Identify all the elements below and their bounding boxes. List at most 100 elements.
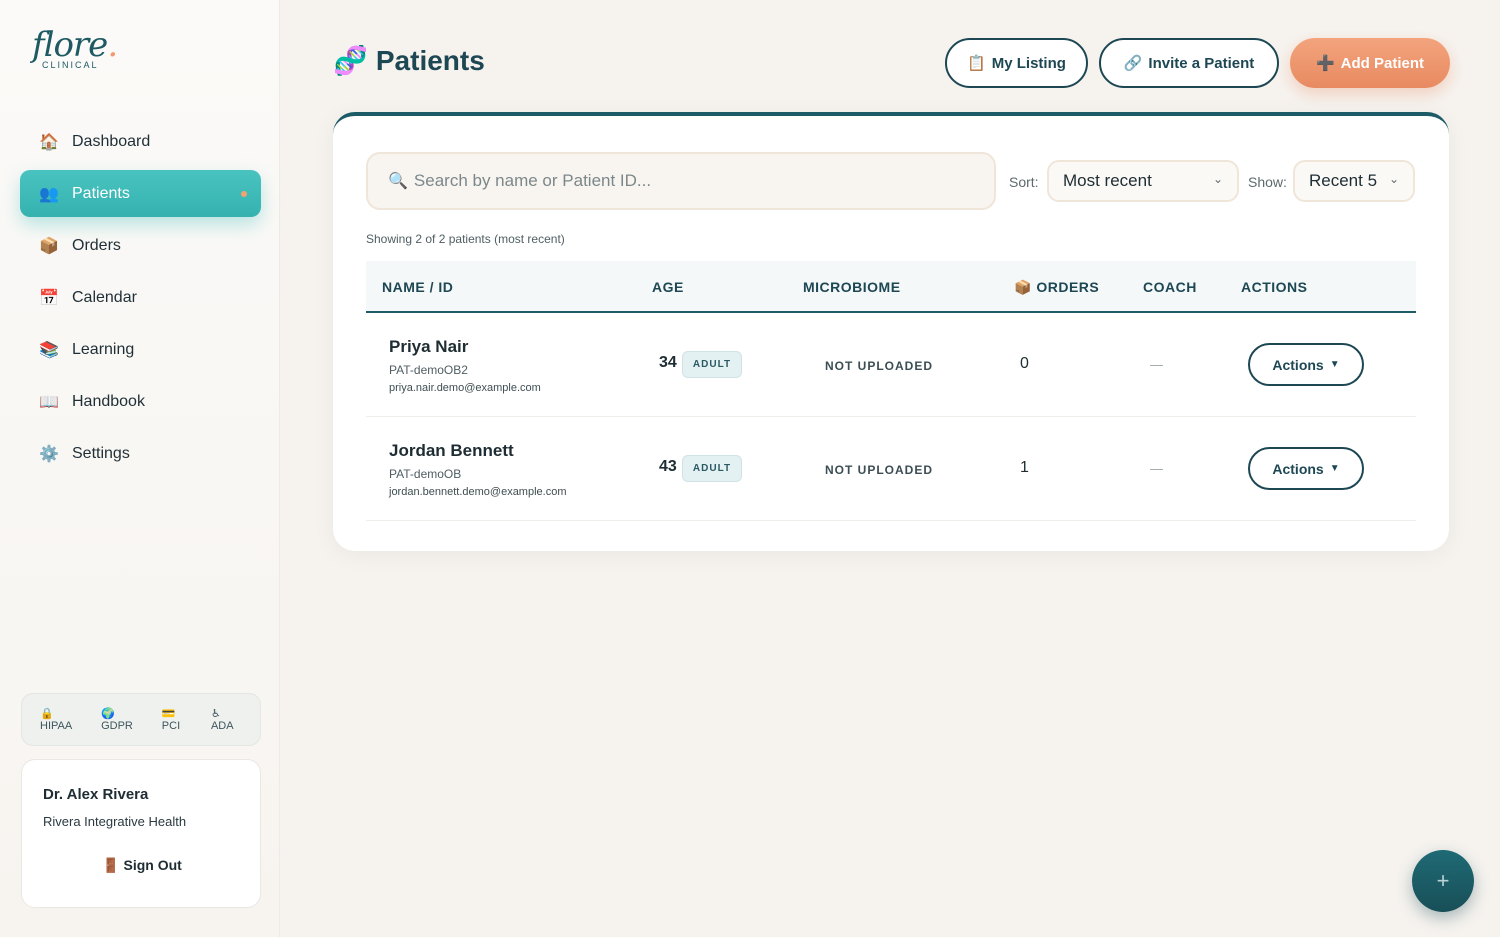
sidebar-item-learning[interactable]: 📚 Learning bbox=[20, 326, 261, 373]
compliance-badges: 🔒 HIPAA 🌍 GDPR 💳 PCI ♿ ADA bbox=[21, 693, 261, 746]
compliance-ada: ♿ ADA bbox=[211, 707, 253, 732]
my-listing-button[interactable]: 📋 My Listing bbox=[945, 38, 1088, 88]
sidebar-item-label: Calendar bbox=[72, 288, 137, 306]
orders-count: 1 bbox=[1020, 459, 1029, 476]
compliance-pci: 💳 PCI bbox=[162, 707, 204, 732]
age-group-badge: ADULT bbox=[682, 455, 742, 482]
compliance-label: HIPAA bbox=[40, 720, 73, 732]
clipboard-icon: 📋 bbox=[967, 55, 986, 72]
patient-id: PAT-demoOB2 bbox=[389, 363, 468, 377]
actions-label: Actions bbox=[1272, 460, 1324, 477]
search-box[interactable]: 🔍 bbox=[366, 152, 996, 210]
sidebar-item-label: Orders bbox=[72, 236, 121, 254]
actions-label: Actions bbox=[1272, 356, 1324, 373]
show-value: Recent 5 bbox=[1309, 171, 1378, 190]
column-header-age[interactable]: AGE bbox=[652, 279, 684, 295]
my-listing-label: My Listing bbox=[991, 54, 1066, 72]
brand-subtitle: CLINICAL bbox=[42, 60, 99, 70]
compliance-hipaa: 🔒 HIPAA bbox=[40, 707, 94, 732]
column-header-coach[interactable]: COACH bbox=[1143, 279, 1197, 295]
actions-dropdown-button[interactable]: Actions ▼ bbox=[1248, 343, 1364, 386]
microbiome-status: NOT UPLOADED bbox=[825, 359, 933, 373]
show-label: Show: bbox=[1248, 174, 1287, 190]
actions-dropdown-button[interactable]: Actions ▼ bbox=[1248, 447, 1364, 490]
sidebar-nav: 🏠 Dashboard 👥 Patients 📦 Orders 📅 Calend… bbox=[20, 118, 261, 482]
sort-value: Most recent bbox=[1063, 171, 1152, 190]
column-header-microbiome[interactable]: MICROBIOME bbox=[803, 279, 901, 295]
sidebar-item-orders[interactable]: 📦 Orders bbox=[20, 222, 261, 269]
link-icon: 🔗 bbox=[1123, 55, 1143, 72]
sidebar-item-calendar[interactable]: 📅 Calendar bbox=[20, 274, 261, 321]
plus-icon: ➕ bbox=[1315, 55, 1335, 72]
chevron-down-icon: ⌄ bbox=[1212, 172, 1223, 186]
column-header-name[interactable]: NAME / ID bbox=[382, 279, 453, 295]
sign-out-button[interactable]: 🚪 Sign Out bbox=[22, 857, 262, 874]
package-icon: 📦 bbox=[1014, 279, 1032, 295]
brand-wordmark: flore. bbox=[32, 25, 118, 65]
users-icon: 👥 bbox=[39, 185, 59, 203]
sidebar-item-handbook[interactable]: 📖 Handbook bbox=[20, 378, 261, 425]
show-select[interactable]: Recent 5 ⌄ bbox=[1293, 160, 1415, 202]
sidebar-item-label: Learning bbox=[72, 340, 135, 358]
sidebar-item-label: Settings bbox=[72, 444, 130, 462]
table-row[interactable]: Jordan Bennett PAT-demoOB jordan.bennett… bbox=[366, 417, 1416, 521]
home-icon: 🏠 bbox=[39, 133, 59, 151]
table-header: NAME / ID AGE MICROBIOME 📦 ORDERS COACH … bbox=[366, 261, 1416, 313]
orders-count: 0 bbox=[1020, 355, 1029, 372]
search-icon: 🔍 bbox=[388, 173, 408, 190]
age-group-badge: ADULT bbox=[682, 351, 742, 378]
sidebar-item-patients[interactable]: 👥 Patients bbox=[20, 170, 261, 217]
invite-patient-button[interactable]: 🔗 Invite a Patient bbox=[1099, 38, 1279, 88]
gear-icon: ⚙️ bbox=[39, 445, 59, 463]
patient-name[interactable]: Jordan Bennett bbox=[389, 441, 514, 461]
patient-id: PAT-demoOB bbox=[389, 467, 462, 481]
sidebar-item-label: Handbook bbox=[72, 392, 145, 410]
microbiome-status: NOT UPLOADED bbox=[825, 463, 933, 477]
dna-icon: 🧬 bbox=[333, 45, 368, 76]
patients-card: 🔍 Sort: Most recent ⌄ Show: Recent 5 ⌄ S… bbox=[333, 112, 1449, 551]
compliance-gdpr: 🌍 GDPR bbox=[101, 707, 155, 732]
books-icon: 📚 bbox=[39, 341, 59, 359]
sidebar-item-label: Dashboard bbox=[72, 132, 151, 150]
invite-patient-label: Invite a Patient bbox=[1148, 54, 1255, 72]
sort-select[interactable]: Most recent ⌄ bbox=[1047, 160, 1239, 202]
plus-icon: + bbox=[1436, 868, 1450, 893]
compliance-label: GDPR bbox=[101, 720, 133, 732]
patient-age: 34 bbox=[659, 354, 677, 371]
compliance-label: ADA bbox=[210, 720, 234, 732]
user-organization: Rivera Integrative Health bbox=[43, 814, 187, 829]
sidebar: flore. CLINICAL 🏠 Dashboard 👥 Patients 📦… bbox=[0, 0, 280, 937]
patient-name[interactable]: Priya Nair bbox=[389, 337, 468, 357]
brand-logo[interactable]: flore. CLINICAL bbox=[32, 25, 118, 76]
add-patient-button[interactable]: ➕ Add Patient bbox=[1290, 38, 1450, 88]
sidebar-item-label: Patients bbox=[72, 184, 130, 202]
sidebar-item-settings[interactable]: ⚙️ Settings bbox=[20, 430, 261, 477]
door-icon: 🚪 bbox=[102, 857, 120, 873]
accessibility-icon: ♿ bbox=[210, 708, 221, 720]
user-card: Dr. Alex Rivera Rivera Integrative Healt… bbox=[21, 759, 261, 908]
active-indicator-dot bbox=[241, 191, 247, 197]
open-book-icon: 📖 bbox=[39, 393, 59, 411]
sidebar-item-dashboard[interactable]: 🏠 Dashboard bbox=[20, 118, 261, 165]
lock-icon: 🔒 bbox=[40, 708, 54, 720]
package-icon: 📦 bbox=[39, 237, 59, 255]
table-row[interactable]: Priya Nair PAT-demoOB2 priya.nair.demo@e… bbox=[366, 313, 1416, 417]
patient-email: priya.nair.demo@example.com bbox=[389, 382, 541, 394]
sign-out-label: Sign Out bbox=[123, 857, 182, 873]
credit-card-icon: 💳 bbox=[161, 708, 176, 720]
caret-down-icon: ▼ bbox=[1329, 359, 1340, 370]
page-title-text: Patients bbox=[375, 44, 485, 76]
coach-value: — bbox=[1150, 357, 1163, 372]
compliance-label: PCI bbox=[161, 720, 181, 732]
results-count: Showing 2 of 2 patients (most recent) bbox=[366, 232, 565, 246]
patient-email: jordan.bennett.demo@example.com bbox=[389, 486, 567, 498]
column-header-orders[interactable]: 📦 ORDERS bbox=[1014, 279, 1099, 296]
search-input[interactable] bbox=[413, 171, 974, 191]
column-header-orders-label: ORDERS bbox=[1036, 279, 1100, 295]
page-title: 🧬 Patients bbox=[333, 44, 485, 77]
floating-add-button[interactable]: + bbox=[1412, 850, 1474, 912]
sort-label: Sort: bbox=[1009, 174, 1039, 190]
calendar-icon: 📅 bbox=[39, 289, 59, 307]
coach-value: — bbox=[1150, 461, 1163, 476]
patient-age: 43 bbox=[659, 458, 677, 475]
